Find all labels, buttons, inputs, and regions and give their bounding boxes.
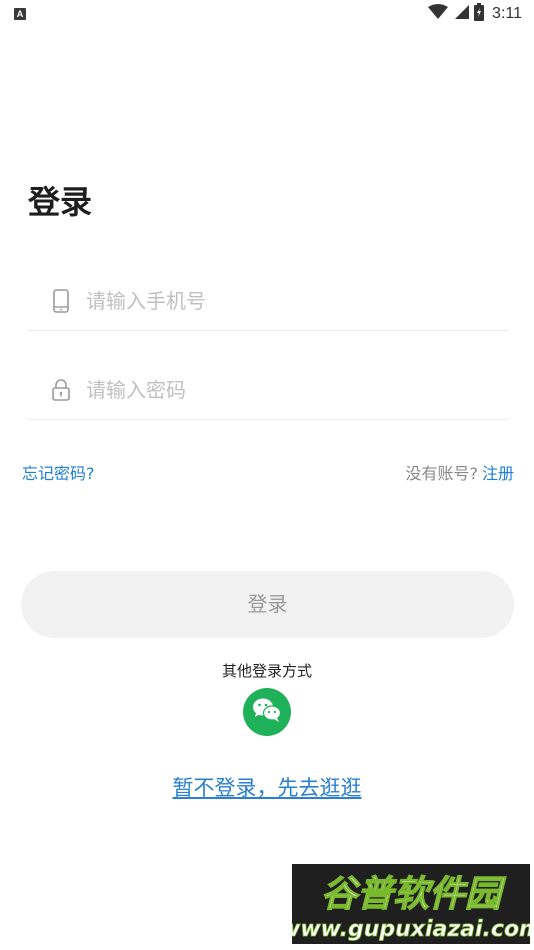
password-input[interactable] xyxy=(86,376,508,404)
no-account-text: 没有账号? xyxy=(405,464,478,483)
phone-input[interactable] xyxy=(86,287,508,315)
cellular-signal-icon xyxy=(453,4,470,24)
wechat-login-button[interactable] xyxy=(243,688,291,736)
battery-icon xyxy=(474,3,485,25)
site-watermark-logo: 谷普软件园 www.gupuxiazai.com xyxy=(292,864,530,944)
page-title: 登录 xyxy=(28,183,93,221)
phone-input-row xyxy=(28,272,508,331)
login-button[interactable]: 登录 xyxy=(21,571,514,638)
wifi-icon xyxy=(428,4,449,24)
status-bar: A 3:11 xyxy=(0,0,534,30)
lock-icon xyxy=(50,377,72,403)
password-input-row xyxy=(28,361,508,420)
register-link[interactable]: 注册 xyxy=(482,463,514,485)
forgot-password-link[interactable]: 忘记密码? xyxy=(22,463,95,485)
other-login-label: 其他登录方式 xyxy=(221,662,312,680)
notification-indicator-icon: A xyxy=(14,8,26,20)
svg-text:谷普软件园: 谷普软件园 xyxy=(321,874,506,915)
status-time: 3:11 xyxy=(492,5,522,22)
wechat-icon xyxy=(252,697,282,727)
status-icons: 3:11 xyxy=(428,3,522,25)
skip-login-link[interactable]: 暂不登录，先去逛逛 xyxy=(172,772,362,804)
svg-text:www.gupuxiazai.com: www.gupuxiazai.com xyxy=(292,917,530,942)
register-prompt: 没有账号? 注册 xyxy=(405,463,514,485)
phone-icon xyxy=(50,288,72,314)
